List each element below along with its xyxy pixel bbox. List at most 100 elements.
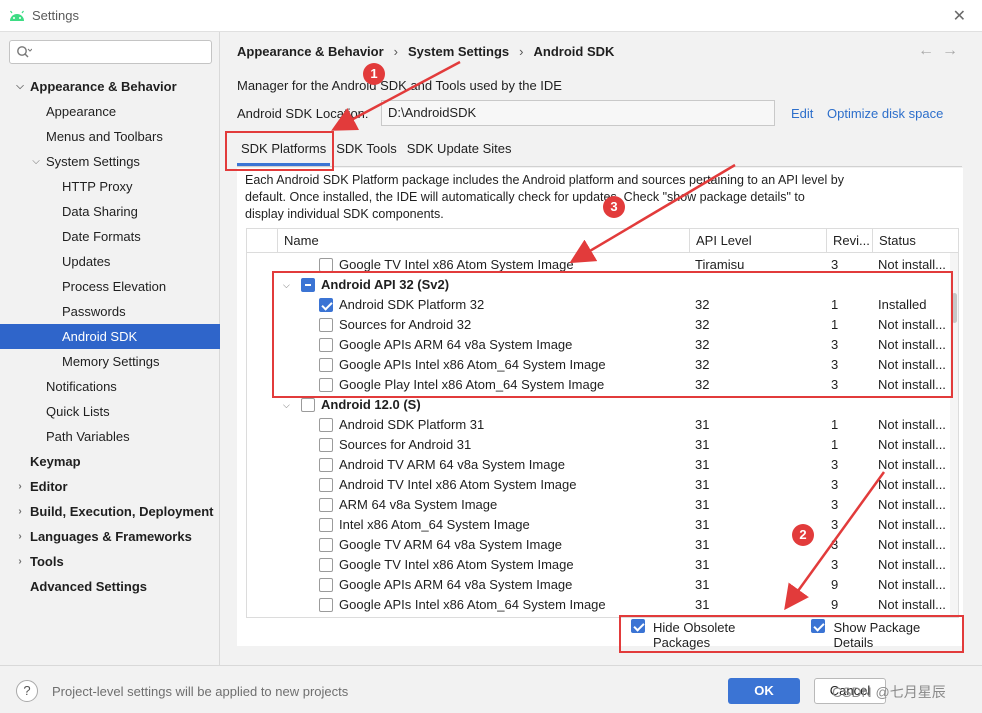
sidebar-item-label: Memory Settings [62, 354, 160, 369]
close-icon[interactable]: ✕ [953, 6, 966, 26]
package-checkbox[interactable] [319, 458, 333, 472]
hide-obsolete-label: Hide Obsolete Packages [653, 620, 736, 650]
table-row[interactable]: ARM 64 v8a System Image 31 3 Not install... [247, 495, 958, 515]
sidebar-item-passwords[interactable]: Passwords [0, 299, 220, 324]
android-studio-icon [8, 9, 26, 23]
sidebar-item-appearance-behavior[interactable]: ⌵ Appearance & Behavior [0, 74, 220, 99]
hide-obsolete-packages-checkbox[interactable]: Hide Obsolete Packages [631, 619, 795, 650]
package-checkbox[interactable] [319, 558, 333, 572]
package-checkbox[interactable] [319, 358, 333, 372]
table-row[interactable]: Google TV ARM 64 v8a System Image 31 3 Not … [247, 535, 958, 555]
sidebar-item-updates[interactable]: Updates [0, 249, 220, 274]
sidebar-item-memory-settings[interactable]: Memory Settings [0, 349, 220, 374]
sidebar-item-android-sdk[interactable]: Android SDK [0, 324, 220, 349]
sidebar-item-editor[interactable]: › Editor [0, 474, 220, 499]
table-row[interactable]: Android SDK Platform 31 31 1 Not install... [247, 415, 958, 435]
sidebar-item-languages-frameworks[interactable]: › Languages & Frameworks [0, 524, 220, 549]
table-row[interactable]: Sources for Android 32 32 1 Not install... [247, 315, 958, 335]
chevron-right-icon[interactable]: › [14, 499, 26, 524]
chevron-down-icon[interactable]: ⌵ [283, 395, 290, 415]
group-checkbox[interactable] [301, 278, 315, 292]
chevron-right-icon[interactable]: › [14, 549, 26, 574]
package-checkbox[interactable] [319, 498, 333, 512]
table-row[interactable]: Sources for Android 31 31 1 Not install... [247, 435, 958, 455]
package-checkbox[interactable] [319, 318, 333, 332]
sidebar-item-data-sharing[interactable]: Data Sharing [0, 199, 220, 224]
chevron-down-icon[interactable]: ⌵ [14, 74, 26, 99]
package-checkbox[interactable] [319, 598, 333, 612]
package-checkbox[interactable] [319, 578, 333, 592]
sidebar-item-keymap[interactable]: Keymap [0, 449, 220, 474]
sidebar-item-system-settings[interactable]: ⌵ System Settings [0, 149, 220, 174]
checkbox-icon[interactable] [631, 619, 645, 633]
table-row[interactable]: Google APIs ARM 64 v8a System Image 31 9 No… [247, 575, 958, 595]
package-checkbox[interactable] [319, 438, 333, 452]
table-group-row[interactable]: ⌵ Android API 32 (Sv2) [247, 275, 958, 295]
edit-link[interactable]: Edit [791, 106, 813, 121]
ok-button[interactable]: OK [728, 678, 800, 704]
sidebar-item-menus-and-toolbars[interactable]: Menus and Toolbars [0, 124, 220, 149]
package-status: Not install... [878, 557, 946, 572]
table-row[interactable]: Google TV Intel x86 Atom System Image Tir… [247, 255, 958, 275]
sidebar-item-build-execution-deployment[interactable]: › Build, Execution, Deployment [0, 499, 220, 524]
package-revision: 3 [831, 337, 839, 352]
package-revision: 3 [831, 377, 839, 392]
package-checkbox[interactable] [319, 538, 333, 552]
watermark: CSDN @七月星辰 [832, 684, 946, 700]
column-revision[interactable]: Revi... [826, 229, 872, 253]
scroll-thumb[interactable] [952, 293, 957, 323]
chevron-down-icon[interactable]: ⌵ [30, 149, 42, 174]
table-row[interactable]: Google TV Intel x86 Atom System Image 31 3… [247, 555, 958, 575]
sidebar-item-tools[interactable]: › Tools [0, 549, 220, 574]
tab-sdk-platforms[interactable]: SDK Platforms [237, 134, 331, 166]
table-row[interactable]: Google APIs ARM 64 v8a System Image 32 3 No… [247, 335, 958, 355]
package-checkbox[interactable] [319, 418, 333, 432]
back-arrow-icon[interactable]: ← [918, 42, 942, 59]
table-row[interactable]: Android TV ARM 64 v8a System Image 31 3 Not… [247, 455, 958, 475]
breadcrumb-item[interactable]: Appearance & Behavior [237, 44, 384, 59]
table-row[interactable]: Google APIs Intel x86 Atom_64 System Ima… [247, 355, 958, 375]
sidebar-item-path-variables[interactable]: Path Variables [0, 424, 220, 449]
package-checkbox[interactable] [319, 478, 333, 492]
package-checkbox[interactable] [319, 518, 333, 532]
table-row[interactable]: Android TV Intel x86 Atom System Image 31… [247, 475, 958, 495]
settings-tree: ⌵ Appearance & Behavior Appearance Menus an… [0, 74, 220, 599]
search-input[interactable] [9, 40, 212, 64]
chevron-right-icon[interactable]: › [14, 474, 26, 499]
sidebar-item-process-elevation[interactable]: Process Elevation [0, 274, 220, 299]
table-row[interactable]: Google APIs Intel x86 Atom_64 System Ima… [247, 595, 958, 615]
chevron-right-icon[interactable]: › [14, 524, 26, 549]
show-package-details-checkbox[interactable]: Show Package Details [811, 619, 963, 650]
column-status[interactable]: Status [872, 229, 958, 253]
sdk-tabs: SDK Platforms SDK Tools SDK Update Sites [237, 134, 518, 166]
breadcrumb-item[interactable]: Android SDK [534, 44, 615, 59]
sdk-location-field[interactable]: D:\AndroidSDK [381, 100, 775, 126]
group-checkbox[interactable] [301, 398, 315, 412]
table-row[interactable]: Android SDK Platform 32 32 1 Installed [247, 295, 958, 315]
checkbox-icon[interactable] [811, 619, 826, 633]
breadcrumb-item[interactable]: System Settings [408, 44, 509, 59]
help-button[interactable]: ? [16, 680, 38, 702]
sidebar-item-appearance[interactable]: Appearance [0, 99, 220, 124]
package-checkbox[interactable] [319, 258, 333, 272]
tab-sdk-tools[interactable]: SDK Tools [332, 134, 400, 166]
forward-arrow-icon[interactable]: → [942, 42, 966, 59]
column-api-level[interactable]: API Level [689, 229, 826, 253]
sidebar-item-http-proxy[interactable]: HTTP Proxy [0, 174, 220, 199]
optimize-disk-space-link[interactable]: Optimize disk space [827, 106, 943, 121]
package-checkbox[interactable] [319, 338, 333, 352]
chevron-down-icon[interactable]: ⌵ [283, 275, 290, 295]
tab-sdk-update-sites[interactable]: SDK Update Sites [403, 134, 516, 166]
sidebar-item-advanced-settings[interactable]: Advanced Settings [0, 574, 220, 599]
sidebar-item-date-formats[interactable]: Date Formats [0, 224, 220, 249]
table-row[interactable]: Google Play Intel x86 Atom_64 System Ima… [247, 375, 958, 395]
sidebar-item-quick-lists[interactable]: Quick Lists [0, 399, 220, 424]
column-name[interactable]: Name [277, 229, 689, 253]
package-checkbox[interactable] [319, 298, 333, 312]
table-scrollbar[interactable] [950, 253, 958, 617]
sidebar-item-notifications[interactable]: Notifications [0, 374, 220, 399]
table-row[interactable]: Intel x86 Atom_64 System Image 31 3 Not ins… [247, 515, 958, 535]
package-api-level: 31 [695, 417, 710, 432]
package-checkbox[interactable] [319, 378, 333, 392]
table-group-row[interactable]: ⌵ Android 12.0 (S) [247, 395, 958, 415]
